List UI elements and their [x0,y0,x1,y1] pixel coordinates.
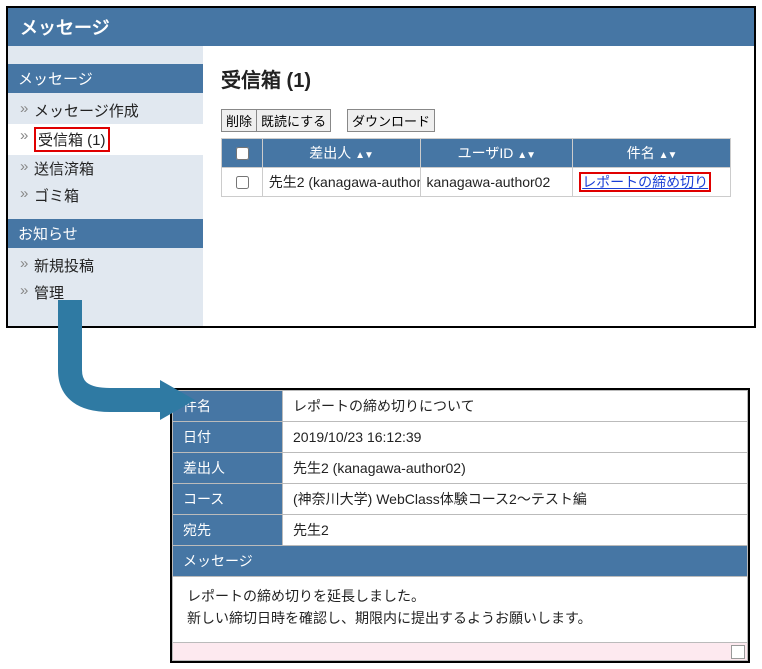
sidebar-section-messages: メッセージ [8,64,203,93]
col-checkbox [222,139,263,168]
table-header-row: 差出人 ▲▼ ユーザID ▲▼ 件名 ▲▼ [222,139,731,168]
sort-icon: ▲▼ [659,150,677,161]
sidebar-item-trash[interactable]: ゴミ箱 [8,182,203,209]
label-course: コース [173,484,283,515]
flow-arrow [30,328,762,388]
value-date: 2019/10/23 16:12:39 [283,422,748,453]
value-sender: 先生2 (kanagawa-author02) [283,453,748,484]
value-subject: レポートの締め切りについて [283,391,748,422]
sort-icon: ▲▼ [517,150,535,161]
sidebar-item-sent[interactable]: 送信済箱 [8,155,203,182]
detail-footer [172,643,748,661]
col-userid-header[interactable]: ユーザID ▲▼ [420,139,573,168]
sort-icon: ▲▼ [355,150,373,161]
sidebar-item-newpost[interactable]: 新規投稿 [8,252,203,279]
cell-userid: kanagawa-author02 [420,168,573,197]
col-subject-header[interactable]: 件名 ▲▼ [573,139,731,168]
value-course: (神奈川大学) WebClass体験コース2～テスト編 [283,484,748,515]
label-sender: 差出人 [173,453,283,484]
sidebar-item-compose[interactable]: メッセージ作成 [8,97,203,124]
message-detail-window: 件名 レポートの締め切りについて 日付 2019/10/23 16:12:39 … [170,388,750,663]
sidebar-list-messages: メッセージ作成 受信箱 (1) 送信済箱 ゴミ箱 [8,93,203,219]
sidebar-item-inbox[interactable]: 受信箱 (1) [8,124,203,155]
toolbar: 削除 既読にする ダウンロード [221,109,748,132]
select-all-checkbox[interactable] [236,147,249,160]
window-body: メッセージ メッセージ作成 受信箱 (1) 送信済箱 ゴミ箱 お知らせ 新規投稿… [8,46,754,326]
label-message: メッセージ [172,546,748,577]
value-to: 先生2 [283,515,748,546]
download-button[interactable]: ダウンロード [347,109,435,132]
mark-read-button[interactable]: 既読にする [257,109,331,132]
detail-table: 件名 レポートの締め切りについて 日付 2019/10/23 16:12:39 … [172,390,748,546]
sidebar: メッセージ メッセージ作成 受信箱 (1) 送信済箱 ゴミ箱 お知らせ 新規投稿… [8,46,203,326]
inbox-window: メッセージ メッセージ メッセージ作成 受信箱 (1) 送信済箱 ゴミ箱 お知ら… [6,6,756,328]
sidebar-section-notices: お知らせ [8,219,203,248]
row-checkbox[interactable] [236,176,249,189]
window-title: メッセージ [8,8,754,46]
subject-link[interactable]: レポートの締め切り [582,174,708,190]
delete-button[interactable]: 削除 [221,109,257,132]
message-body: レポートの締め切りを延長しました。 新しい締切日時を確認し、期限内に提出するよう… [172,577,748,643]
table-row: 先生2 (kanagawa-author02) kanagawa-author0… [222,168,731,197]
cell-subject[interactable]: レポートの締め切り [573,168,731,197]
main-area: 受信箱 (1) 削除 既読にする ダウンロード 差出人 [203,46,754,326]
inbox-table: 差出人 ▲▼ ユーザID ▲▼ 件名 ▲▼ [221,138,731,197]
page-title: 受信箱 (1) [221,64,748,93]
label-to: 宛先 [173,515,283,546]
cell-sender: 先生2 (kanagawa-author02) [262,168,420,197]
col-sender-header[interactable]: 差出人 ▲▼ [262,139,420,168]
